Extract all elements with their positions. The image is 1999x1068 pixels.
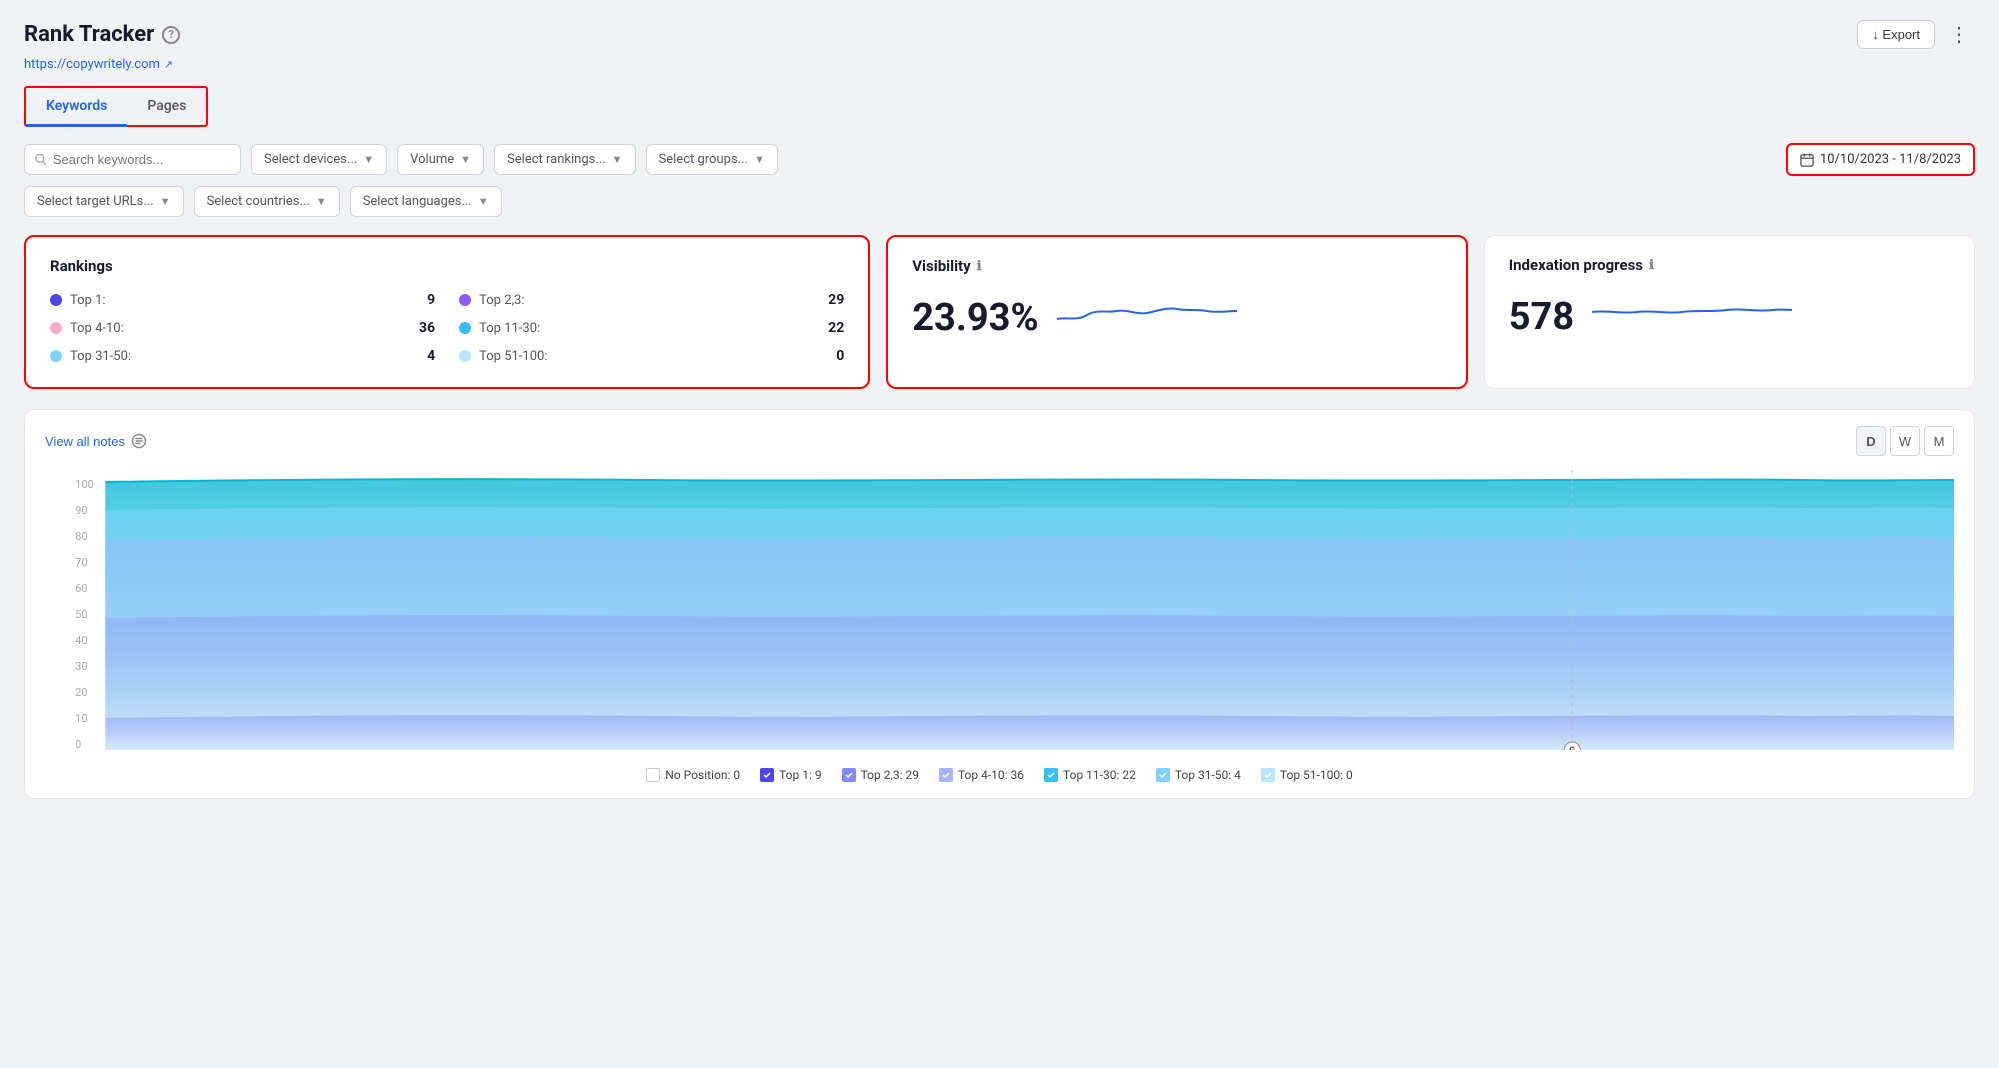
- export-button[interactable]: ↓ Export: [1857, 20, 1935, 49]
- rank-dot-top51100: [459, 350, 471, 362]
- rank-item-top1130: Top 11-30: 22: [459, 317, 844, 339]
- tabs-container: Keywords Pages: [24, 86, 208, 127]
- svg-text:90: 90: [75, 504, 87, 517]
- rankings-card: Rankings Top 1: 9 Top 2,3: 29 Top 4-10: …: [24, 235, 870, 389]
- legend-no-position: No Position: 0: [646, 768, 740, 782]
- languages-filter[interactable]: Select languages... ▼: [350, 186, 502, 217]
- time-buttons-group: D W M: [1856, 426, 1954, 456]
- main-chart-svg: 100 90 80 70 60 50 40 30 20 10 0: [45, 470, 1954, 750]
- external-link-icon: ↗: [164, 58, 173, 71]
- rank-dot-top23: [459, 294, 471, 306]
- stats-row: Rankings Top 1: 9 Top 2,3: 29 Top 4-10: …: [24, 235, 1975, 389]
- rankings-filter[interactable]: Select rankings... ▼: [494, 144, 635, 175]
- svg-text:60: 60: [75, 582, 87, 595]
- site-url: https://copywritely.com ↗: [24, 57, 1975, 72]
- rank-dot-top410: [50, 322, 62, 334]
- legend-top1130: Top 11-30: 22: [1044, 768, 1136, 782]
- tab-keywords[interactable]: Keywords: [26, 88, 127, 127]
- legend-top1: Top 1: 9: [760, 768, 822, 782]
- svg-text:70: 70: [75, 556, 87, 569]
- visibility-value: 23.93%: [912, 299, 1038, 337]
- search-keywords-field[interactable]: [53, 152, 230, 167]
- legend-checkbox-top1130[interactable]: [1044, 768, 1058, 782]
- visibility-card: Visibility ℹ 23.93%: [886, 235, 1468, 389]
- indexation-sparkline: [1592, 288, 1792, 336]
- svg-text:0: 0: [75, 738, 81, 750]
- rank-item-top23: Top 2,3: 29: [459, 289, 844, 311]
- time-btn-week[interactable]: W: [1890, 426, 1920, 456]
- chart-svg-wrapper: 100 90 80 70 60 50 40 30 20 10 0: [45, 470, 1954, 754]
- filters-row-2: Select target URLs... ▼ Select countries…: [24, 186, 1975, 217]
- svg-text:20: 20: [75, 686, 87, 699]
- filters-row-1: Select devices... ▼ Volume ▼ Select rank…: [24, 143, 1975, 176]
- legend-checkbox-top410[interactable]: [939, 768, 953, 782]
- indexation-info-icon: ℹ: [1649, 258, 1654, 273]
- countries-filter[interactable]: Select countries... ▼: [194, 186, 340, 217]
- view-notes-label: View all notes: [45, 434, 125, 449]
- svg-text:G: G: [1569, 746, 1575, 750]
- indexation-card: Indexation progress ℹ 578: [1484, 235, 1975, 389]
- tab-pages[interactable]: Pages: [127, 88, 206, 127]
- svg-text:80: 80: [75, 530, 87, 543]
- chevron-down-icon: ▼: [754, 153, 765, 166]
- legend-checkbox-top23[interactable]: [842, 768, 856, 782]
- devices-filter[interactable]: Select devices... ▼: [251, 144, 387, 175]
- legend-top51100: Top 51-100: 0: [1261, 768, 1353, 782]
- rank-dot-top1130: [459, 322, 471, 334]
- time-btn-month[interactable]: M: [1924, 426, 1954, 456]
- chevron-down-icon: ▼: [612, 153, 623, 166]
- visibility-title: Visibility ℹ: [912, 257, 1442, 275]
- chart-legend: No Position: 0 Top 1: 9 Top 2,3: 29 Top …: [45, 768, 1954, 782]
- visibility-info-icon: ℹ: [977, 259, 982, 274]
- svg-text:30: 30: [75, 660, 87, 673]
- volume-filter[interactable]: Volume ▼: [397, 144, 484, 175]
- legend-top23: Top 2,3: 29: [842, 768, 919, 782]
- help-icon[interactable]: ?: [162, 26, 180, 44]
- svg-text:100: 100: [75, 478, 94, 491]
- rank-item-top410: Top 4-10: 36: [50, 317, 435, 339]
- main-chart-container: View all notes D W M 100 90 80: [24, 409, 1975, 799]
- search-keywords-input[interactable]: [24, 144, 241, 175]
- chevron-down-icon: ▼: [460, 153, 471, 166]
- legend-checkbox-top3150[interactable]: [1156, 768, 1170, 782]
- visibility-sparkline: [1057, 289, 1237, 337]
- search-icon: [35, 153, 47, 166]
- more-options-button[interactable]: ⋮: [1943, 18, 1975, 51]
- rank-dot-top1: [50, 294, 62, 306]
- target-urls-filter[interactable]: Select target URLs... ▼: [24, 186, 184, 217]
- notes-icon: [131, 433, 147, 449]
- chart-header: View all notes D W M: [45, 426, 1954, 456]
- svg-text:40: 40: [75, 634, 87, 647]
- rank-dot-top3150: [50, 350, 62, 362]
- legend-top3150: Top 31-50: 4: [1156, 768, 1241, 782]
- rankings-grid: Top 1: 9 Top 2,3: 29 Top 4-10: 36 Top 11…: [50, 289, 844, 367]
- rank-item-top51100: Top 51-100: 0: [459, 345, 844, 367]
- legend-checkbox-top51100[interactable]: [1261, 768, 1275, 782]
- rankings-title: Rankings: [50, 257, 844, 275]
- chevron-down-icon: ▼: [478, 195, 489, 208]
- chevron-down-icon: ▼: [316, 195, 327, 208]
- date-range-value: 10/10/2023 - 11/8/2023: [1820, 152, 1961, 167]
- rank-item-top1: Top 1: 9: [50, 289, 435, 311]
- legend-checkbox-no-position[interactable]: [646, 768, 660, 782]
- groups-filter[interactable]: Select groups... ▼: [646, 144, 778, 175]
- legend-top410: Top 4-10: 36: [939, 768, 1024, 782]
- indexation-value: 578: [1509, 298, 1574, 336]
- chevron-down-icon: ▼: [160, 195, 171, 208]
- page-title: Rank Tracker: [24, 22, 154, 47]
- chevron-down-icon: ▼: [363, 153, 374, 166]
- indexation-title: Indexation progress ℹ: [1509, 256, 1950, 274]
- view-all-notes-button[interactable]: View all notes: [45, 429, 147, 453]
- rank-item-top3150: Top 31-50: 4: [50, 345, 435, 367]
- site-url-link[interactable]: https://copywritely.com: [24, 57, 160, 72]
- legend-checkbox-top1[interactable]: [760, 768, 774, 782]
- calendar-icon: [1800, 153, 1814, 167]
- svg-text:10: 10: [75, 712, 87, 725]
- svg-text:50: 50: [75, 608, 87, 621]
- time-btn-day[interactable]: D: [1856, 426, 1886, 456]
- date-range-picker[interactable]: 10/10/2023 - 11/8/2023: [1786, 143, 1975, 176]
